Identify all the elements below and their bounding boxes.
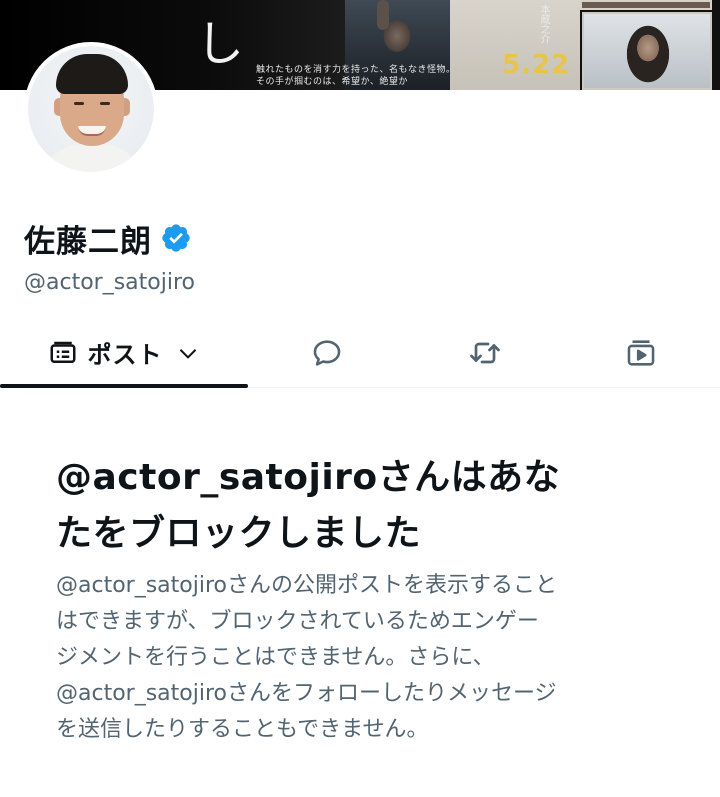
tab-reposts[interactable]	[442, 318, 528, 387]
blocked-description-line: @actor_satojiroさんの公開ポストを表示すること	[56, 573, 557, 598]
avatar-image	[28, 46, 154, 172]
tab-posts[interactable]: ポスト	[0, 318, 248, 388]
avatar-eye-right	[100, 102, 110, 105]
banner-tagline-line2: その手が掴むのは、希望か、絶望か	[256, 77, 408, 87]
display-name-row: 佐藤二朗	[24, 216, 192, 260]
blocked-title-line: @actor_satojiroさんはあな	[56, 457, 561, 498]
media-icon	[624, 336, 658, 370]
repost-icon	[467, 335, 503, 371]
banner-release-date: 5.22	[502, 50, 571, 80]
profile-avatar[interactable]	[24, 42, 158, 176]
blocked-description-line: ジメントを行うことはできません。さらに、	[56, 645, 495, 670]
tab-posts-label: ポスト	[87, 341, 163, 369]
verified-badge-icon[interactable]	[160, 222, 192, 254]
profile-handle: @actor_satojiro	[24, 270, 195, 295]
blocked-title: @actor_satojiroさんはあな たをブロックしました	[56, 450, 656, 562]
avatar-hair	[56, 54, 128, 94]
timeline-icon	[48, 338, 78, 368]
blocked-description-line: @actor_satojiroさんをフォローしたりメッセージ	[56, 681, 557, 706]
avatar-shirt	[42, 144, 142, 172]
profile-tabs: ポスト	[0, 318, 720, 388]
banner-thumbnail-top	[580, 0, 712, 10]
tab-media[interactable]	[598, 318, 684, 387]
banner-photo-arm	[377, 0, 389, 30]
blocked-title-line: たをブロックしました	[56, 513, 422, 554]
tab-active-indicator	[0, 384, 248, 388]
reply-icon	[310, 336, 344, 370]
tab-replies[interactable]	[284, 318, 370, 387]
banner-tagline: 触れたものを消す力を持った、名もなき怪物。 その手が掴むのは、希望か、絶望か	[256, 64, 476, 88]
banner-glyph: し	[196, 16, 245, 72]
display-name: 佐藤二朗	[24, 223, 152, 260]
chevron-down-icon[interactable]	[175, 340, 201, 366]
blocked-description-line: はできますが、ブロックされているためエンゲー	[56, 609, 539, 634]
banner-credit: 本蔵之介	[538, 4, 549, 44]
blocked-description: @actor_satojiroさんの公開ポストを表示すること はできますが、ブロ…	[56, 568, 666, 748]
banner-tagline-line1: 触れたものを消す力を持った、名もなき怪物。	[256, 65, 456, 75]
avatar-eye-left	[74, 102, 84, 105]
blocked-description-line: を送信したりすることもできません。	[56, 717, 429, 742]
banner-thumbnail	[582, 12, 712, 90]
